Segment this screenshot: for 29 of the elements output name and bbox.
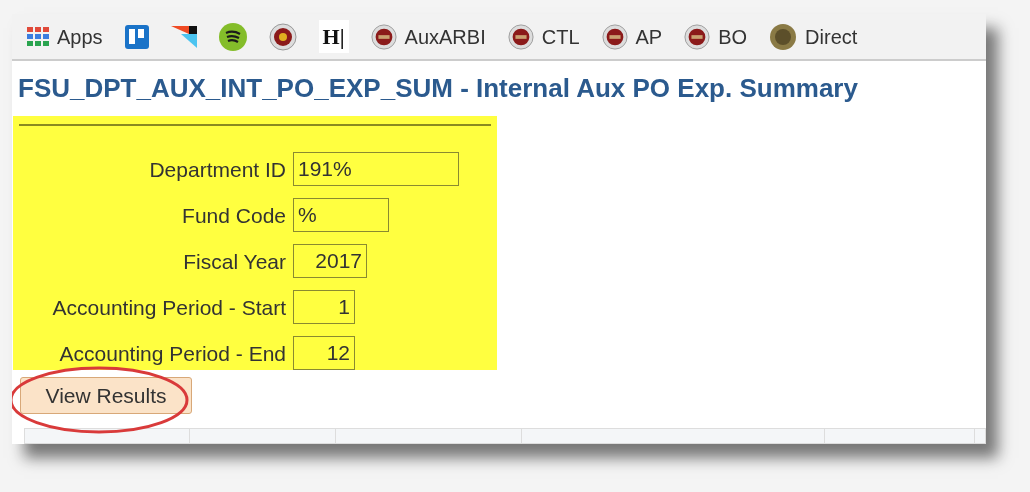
bookmark-link[interactable]: AuxARBI <box>404 21 486 52</box>
view-results-button[interactable]: View Results <box>20 377 192 415</box>
seal-icon[interactable] <box>507 23 534 50</box>
bookmark-link[interactable]: Direct <box>805 21 858 52</box>
seal-icon[interactable] <box>601 23 628 50</box>
bookmark-link[interactable]: H| <box>318 20 349 54</box>
input-field[interactable]: 2017 <box>293 244 367 279</box>
bookmark-link[interactable]: AP <box>635 21 663 52</box>
bookmark-link[interactable]: BO <box>718 21 748 52</box>
field-label: Fiscal Year <box>182 248 287 275</box>
bookmark-link[interactable]: Apps <box>57 21 103 52</box>
input-field[interactable]: 12 <box>293 336 355 371</box>
triangle-flag-icon[interactable] <box>170 23 197 50</box>
bookmark-link[interactable]: CTL <box>541 21 580 52</box>
field-label: Fund Code <box>181 202 287 229</box>
seal-icon[interactable] <box>268 22 297 51</box>
seal-icon[interactable] <box>370 23 397 50</box>
input-field[interactable]: 1 <box>293 290 355 325</box>
field-label: Accounting Period - End <box>58 340 287 367</box>
page-title: FSU_DPT_AUX_INT_PO_EXP_SUM - Internal Aux PO Exp. Summary <box>17 72 859 106</box>
field-label: Department ID <box>148 156 287 183</box>
input-field[interactable]: % <box>293 198 389 233</box>
sound-wave-circle-icon[interactable] <box>218 22 247 51</box>
field-label: Accounting Period - Start <box>51 294 287 321</box>
seal-icon[interactable] <box>684 23 711 50</box>
board-icon[interactable] <box>124 24 149 49</box>
seal-icon[interactable] <box>769 22 798 51</box>
input-field[interactable]: 191% <box>293 152 459 187</box>
apps-grid-icon <box>27 26 49 47</box>
